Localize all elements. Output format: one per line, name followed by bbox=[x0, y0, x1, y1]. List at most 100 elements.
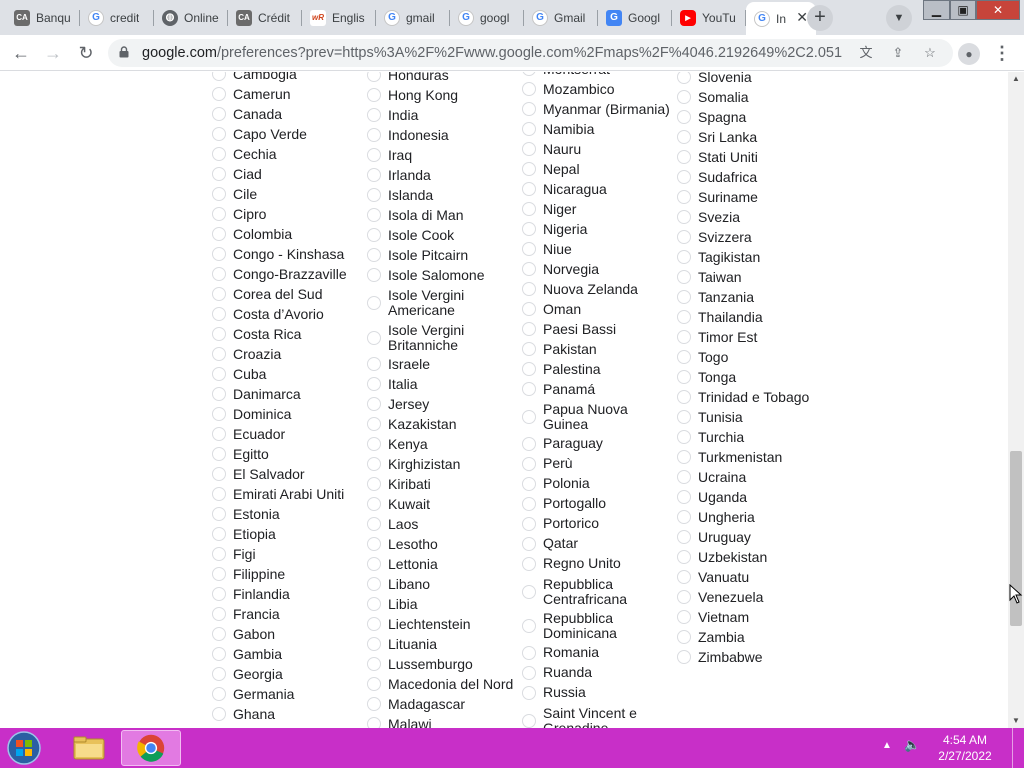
maximize-button[interactable]: ▣ bbox=[950, 0, 976, 20]
country-option[interactable]: Somalia bbox=[677, 89, 832, 105]
radio-button[interactable] bbox=[677, 510, 691, 524]
radio-button[interactable] bbox=[367, 72, 381, 82]
country-option[interactable]: Regno Unito bbox=[522, 556, 677, 572]
radio-button[interactable] bbox=[522, 122, 536, 136]
address-bar[interactable]: google.com/preferences?prev=https%3A%2F%… bbox=[108, 39, 953, 67]
country-option[interactable]: Ruanda bbox=[522, 665, 677, 681]
country-option[interactable]: Corea del Sud bbox=[212, 286, 367, 302]
radio-button[interactable] bbox=[522, 685, 536, 700]
radio-button[interactable] bbox=[212, 287, 226, 301]
country-option[interactable]: Estonia bbox=[212, 506, 367, 522]
radio-button[interactable] bbox=[212, 367, 226, 381]
country-option[interactable]: Macedonia del Nord bbox=[367, 676, 522, 692]
radio-button[interactable] bbox=[212, 127, 226, 141]
start-button-icon[interactable] bbox=[4, 730, 44, 766]
show-desktop-button[interactable] bbox=[1012, 728, 1024, 768]
radio-button[interactable] bbox=[212, 487, 226, 501]
radio-button[interactable] bbox=[522, 665, 536, 680]
scroll-up-arrow-icon[interactable]: ▲ bbox=[1008, 72, 1024, 86]
country-option[interactable]: Kuwait bbox=[367, 496, 522, 512]
country-option[interactable]: Cambogia bbox=[212, 72, 367, 82]
radio-button[interactable] bbox=[367, 88, 381, 102]
radio-button[interactable] bbox=[677, 72, 691, 84]
country-option[interactable]: Portorico bbox=[522, 516, 677, 532]
radio-button[interactable] bbox=[367, 148, 381, 162]
radio-button[interactable] bbox=[677, 90, 691, 104]
radio-button[interactable] bbox=[522, 162, 536, 176]
country-option[interactable]: Finlandia bbox=[212, 586, 367, 602]
radio-button[interactable] bbox=[367, 377, 381, 391]
radio-button[interactable] bbox=[212, 327, 226, 341]
radio-button[interactable] bbox=[367, 497, 381, 511]
radio-button[interactable] bbox=[522, 142, 536, 156]
radio-button[interactable] bbox=[677, 450, 691, 464]
translate-icon[interactable]: 文 bbox=[856, 43, 876, 63]
country-option[interactable]: Paraguay bbox=[522, 436, 677, 452]
radio-button[interactable] bbox=[677, 410, 691, 424]
country-option[interactable]: Lettonia bbox=[367, 556, 522, 572]
country-option[interactable]: Saint Vincent e Grenadine bbox=[522, 705, 677, 728]
radio-button[interactable] bbox=[677, 270, 691, 284]
radio-button[interactable] bbox=[367, 697, 381, 711]
country-option[interactable]: India bbox=[367, 107, 522, 123]
radio-button[interactable] bbox=[212, 467, 226, 481]
radio-button[interactable] bbox=[522, 713, 536, 728]
bookmark-star-icon[interactable]: ☆ bbox=[920, 43, 940, 63]
country-option[interactable]: Francia bbox=[212, 606, 367, 622]
country-option[interactable]: Paesi Bassi bbox=[522, 321, 677, 337]
radio-button[interactable] bbox=[212, 587, 226, 601]
country-option[interactable]: Malawi bbox=[367, 716, 522, 728]
radio-button[interactable] bbox=[367, 597, 381, 611]
radio-button[interactable] bbox=[677, 370, 691, 384]
country-option[interactable]: Kazakistan bbox=[367, 416, 522, 432]
radio-button[interactable] bbox=[522, 82, 536, 96]
browser-tab[interactable]: G Gmail bbox=[524, 2, 598, 33]
country-option[interactable]: Gambia bbox=[212, 646, 367, 662]
radio-button[interactable] bbox=[522, 410, 536, 424]
radio-button[interactable] bbox=[212, 527, 226, 541]
country-option[interactable]: Egitto bbox=[212, 446, 367, 462]
country-option[interactable]: Colombia bbox=[212, 226, 367, 242]
country-option[interactable]: Libia bbox=[367, 596, 522, 612]
radio-button[interactable] bbox=[212, 427, 226, 441]
country-option[interactable]: Niue bbox=[522, 241, 677, 257]
radio-button[interactable] bbox=[677, 290, 691, 304]
radio-button[interactable] bbox=[677, 130, 691, 144]
radio-button[interactable] bbox=[367, 296, 381, 310]
country-option[interactable]: Taiwan bbox=[677, 269, 832, 285]
country-option[interactable]: Togo bbox=[677, 349, 832, 365]
country-option[interactable]: Danimarca bbox=[212, 386, 367, 402]
country-option[interactable]: Indonesia bbox=[367, 127, 522, 143]
show-hidden-icons-icon[interactable]: ▲ bbox=[882, 740, 892, 751]
browser-tab[interactable]: wR Englis bbox=[302, 2, 376, 33]
clock[interactable]: 4:54 AM 2/27/2022 bbox=[930, 732, 1000, 764]
radio-button[interactable] bbox=[677, 390, 691, 404]
chrome-taskbar-icon[interactable] bbox=[121, 730, 181, 766]
country-option[interactable]: Repubblica Centrafricana bbox=[522, 576, 677, 608]
country-option[interactable]: Nicaragua bbox=[522, 181, 677, 197]
country-option[interactable]: Lituania bbox=[367, 636, 522, 652]
radio-button[interactable] bbox=[367, 637, 381, 651]
country-option[interactable]: Kenya bbox=[367, 436, 522, 452]
country-option[interactable]: Tanzania bbox=[677, 289, 832, 305]
tab-search-button[interactable]: ▼ bbox=[886, 5, 912, 31]
country-option[interactable]: Venezuela bbox=[677, 589, 832, 605]
radio-button[interactable] bbox=[677, 350, 691, 364]
file-explorer-icon[interactable] bbox=[62, 730, 116, 766]
radio-button[interactable] bbox=[677, 430, 691, 444]
country-option[interactable]: Turkmenistan bbox=[677, 449, 832, 465]
country-option[interactable]: Isole Vergini Americane bbox=[367, 287, 522, 319]
country-option[interactable]: Pakistan bbox=[522, 341, 677, 357]
country-option[interactable]: Emirati Arabi Uniti bbox=[212, 486, 367, 502]
radio-button[interactable] bbox=[212, 347, 226, 361]
radio-button[interactable] bbox=[522, 496, 536, 511]
radio-button[interactable] bbox=[677, 170, 691, 184]
country-option[interactable]: Oman bbox=[522, 301, 677, 317]
country-option[interactable]: Papua Nuova Guinea bbox=[522, 401, 677, 433]
radio-button[interactable] bbox=[522, 556, 536, 571]
country-option[interactable]: Laos bbox=[367, 516, 522, 532]
radio-button[interactable] bbox=[522, 476, 536, 491]
radio-button[interactable] bbox=[212, 207, 226, 221]
country-option[interactable]: Kirghizistan bbox=[367, 456, 522, 472]
country-option[interactable]: Iraq bbox=[367, 147, 522, 163]
